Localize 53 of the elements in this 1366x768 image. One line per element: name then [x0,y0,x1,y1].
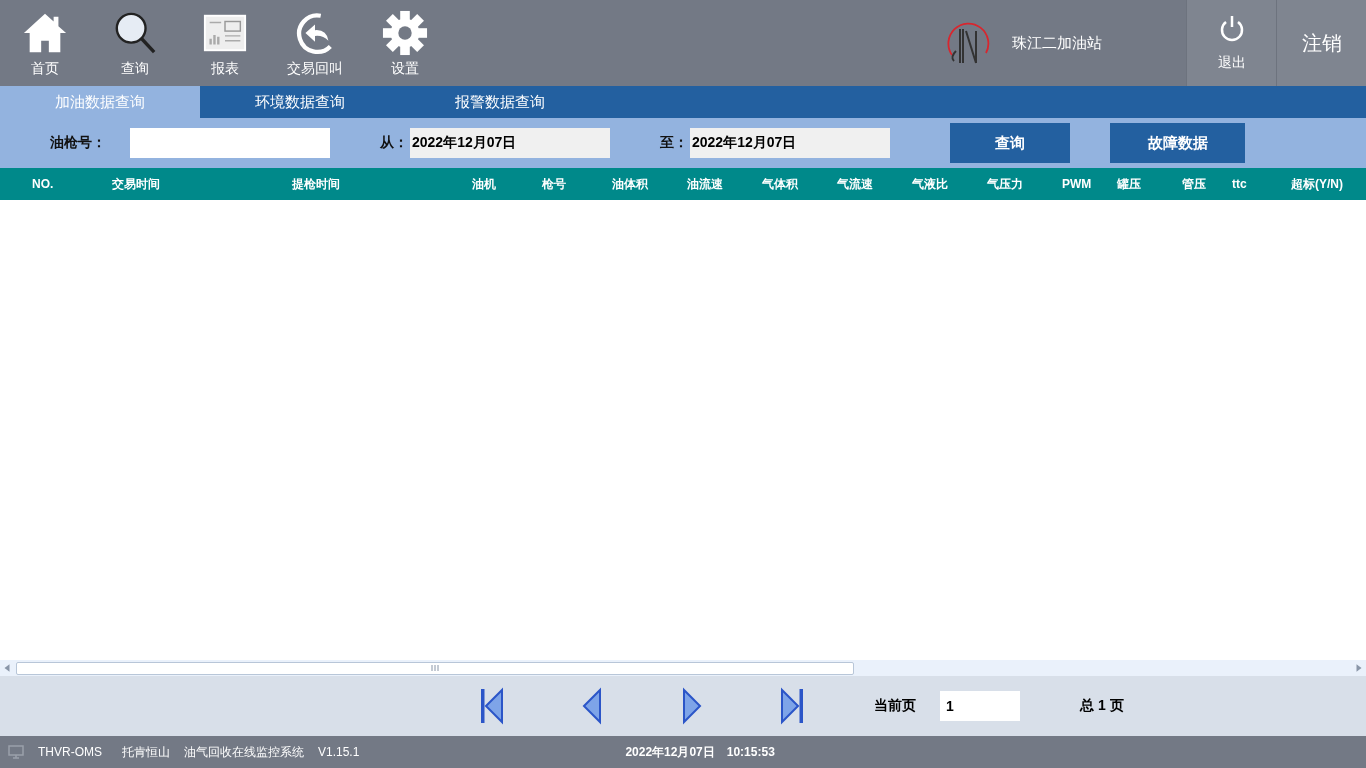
nozzle-input[interactable] [130,128,330,158]
nozzle-label: 油枪号： [50,134,107,152]
column-header: 交易时间 [112,176,160,191]
scroll-left-icon[interactable] [2,663,12,673]
to-label: 至： [660,134,689,152]
to-date-field[interactable]: 2022年12月07日 [690,128,890,158]
column-header: 油机 [472,176,496,191]
from-label: 从： [380,134,409,152]
version-text: V1.15.1 [318,745,360,759]
fault-data-button[interactable]: 故障数据 [1110,123,1245,163]
nav-button[interactable]: 设置 [360,0,450,86]
scroll-right-icon[interactable] [1354,663,1364,673]
nav-button[interactable]: 报表 [180,0,270,86]
nav-button[interactable]: 交易回叫 [270,0,360,86]
station-name: 珠江二加油站 [1012,33,1102,53]
column-header: 提枪时间 [292,176,340,191]
current-page-label: 当前页 [874,697,916,715]
column-header: ttc [1232,177,1247,191]
tab[interactable]: 环境数据查询 [200,86,400,118]
total-pages-text: 总 1 页 [1080,697,1124,715]
from-date-field[interactable]: 2022年12月07日 [410,128,610,158]
column-header: PWM [1062,177,1092,191]
grip-icon [431,665,439,671]
monitor-icon [8,745,24,759]
query-button[interactable]: 查询 [950,123,1070,163]
logout-button[interactable]: 注销 [1276,0,1366,86]
logo-icon [946,21,990,65]
column-header: 气体积 [762,176,798,191]
status-date: 2022年12月07日 [625,743,715,761]
column-header: 油体积 [612,176,648,191]
system-name: 油气回收在线监控系统 [184,743,304,761]
column-header: 气流速 [837,176,873,191]
column-header: 枪号 [542,176,566,191]
company-name: 托肯恒山 [122,743,170,761]
last-page-icon[interactable] [778,686,806,726]
nav-button[interactable]: 首页 [0,0,90,86]
column-header: 油流速 [687,176,723,191]
column-header: 气液比 [912,176,948,191]
status-time: 10:15:53 [726,745,775,759]
horizontal-scrollbar[interactable] [0,660,1366,676]
tab[interactable]: 报警数据查询 [400,86,600,118]
column-header: 气压力 [987,176,1023,191]
current-page-field[interactable]: 1 [940,691,1020,721]
settings-icon [382,10,428,56]
column-header: NO. [32,177,54,191]
column-header: 管压 [1182,176,1206,191]
first-page-icon[interactable] [478,686,506,726]
column-header: 超标(Y/N) [1291,176,1343,191]
column-header: 罐压 [1117,176,1141,191]
nav-button[interactable]: 查询 [90,0,180,86]
app-name: THVR-OMS [38,745,102,759]
scrollbar-thumb[interactable] [16,661,854,675]
exit-button[interactable]: 退出 [1186,0,1276,86]
